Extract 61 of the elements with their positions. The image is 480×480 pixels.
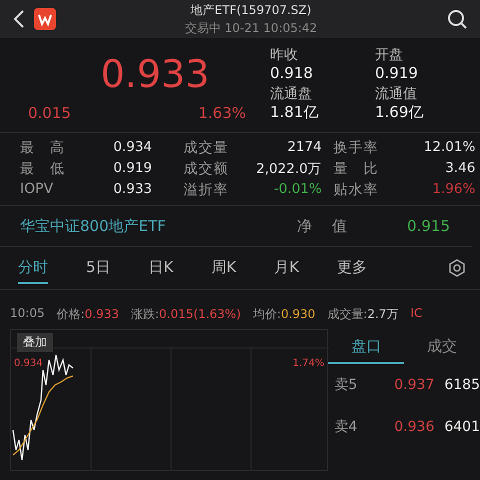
- field-label: 昨收: [270, 46, 299, 64]
- info-item: 成交量:2.7万: [327, 306, 398, 323]
- stat-value: 0.933: [112, 181, 152, 199]
- stat-label: 成交额: [184, 160, 228, 178]
- stat-label: IOPV: [20, 181, 54, 199]
- stat-label: 贴水率: [333, 181, 378, 199]
- price-change: 0.015: [28, 104, 71, 122]
- chart-tab[interactable]: 5日: [86, 252, 111, 284]
- stat-value: 0.919: [112, 160, 152, 178]
- current-price: 0.933: [100, 52, 210, 96]
- order-volume: 6401: [444, 419, 480, 435]
- info-item: 价格:0.933: [56, 306, 119, 323]
- field-value: 1.81亿: [270, 102, 320, 122]
- chart-tab[interactable]: 更多: [337, 252, 368, 284]
- order-side: 卖5: [334, 376, 358, 394]
- change-percent: 1.63%: [198, 104, 246, 122]
- axis-label: 0.934: [14, 358, 43, 369]
- stat-label: 量 比: [333, 160, 378, 178]
- overlay-button[interactable]: 叠加: [17, 333, 53, 352]
- field-value: 1.69亿: [375, 102, 424, 122]
- stat-label: 最 低: [20, 160, 64, 178]
- field-value: 0.919: [375, 64, 419, 82]
- chart-tab[interactable]: 月K: [274, 252, 300, 284]
- chart-tab[interactable]: 日K: [148, 252, 174, 284]
- stat-value: 3.46: [444, 160, 476, 178]
- field-value: 0.918: [270, 64, 314, 82]
- stat-label: 换手率: [333, 139, 378, 157]
- nav-value: 0.915: [407, 217, 450, 235]
- info-time: 10:05: [10, 306, 45, 322]
- info-item: 涨跌:0.015(1.63%): [131, 306, 241, 323]
- stat-value: 1.96%: [431, 181, 476, 199]
- info-item: 均价:0.930: [252, 306, 316, 323]
- order-price: 0.936: [393, 419, 434, 435]
- search-icon[interactable]: [446, 8, 468, 30]
- field-label: 流通盘: [270, 84, 313, 102]
- stat-value: 2174: [286, 139, 322, 157]
- indicator-label[interactable]: IC: [410, 306, 422, 323]
- order-price: 0.937: [393, 377, 434, 393]
- settings-icon[interactable]: [448, 259, 466, 277]
- fund-name[interactable]: 华宝中证800地产ETF: [20, 216, 298, 236]
- stat-label: 溢折率: [184, 181, 228, 199]
- book-tab[interactable]: 成交: [404, 329, 480, 364]
- back-icon[interactable]: [12, 9, 26, 29]
- stat-label: 最 高: [20, 139, 64, 157]
- nav-label: 净 值: [297, 216, 348, 236]
- chart-tab[interactable]: 分时: [18, 252, 48, 284]
- stat-value: 2,022.0万: [255, 160, 322, 178]
- stat-value: 12.01%: [422, 139, 476, 157]
- chart-tab[interactable]: 周K: [211, 252, 236, 284]
- stat-value: 0.934: [112, 139, 152, 157]
- logo-icon: [34, 8, 56, 30]
- book-tab[interactable]: 盘口: [328, 329, 404, 364]
- stat-value: -0.01%: [272, 181, 322, 199]
- axis-label: 1.74%: [292, 358, 324, 369]
- trading-status: 交易中 10-21 10:05:42: [184, 20, 318, 36]
- stat-label: 成交量: [184, 139, 228, 157]
- stock-title: 地产ETF(159707.SZ): [190, 2, 312, 18]
- order-side: 卖4: [334, 418, 358, 436]
- field-label: 流通值: [375, 84, 418, 102]
- order-volume: 6185: [444, 377, 480, 393]
- field-label: 开盘: [375, 46, 404, 64]
